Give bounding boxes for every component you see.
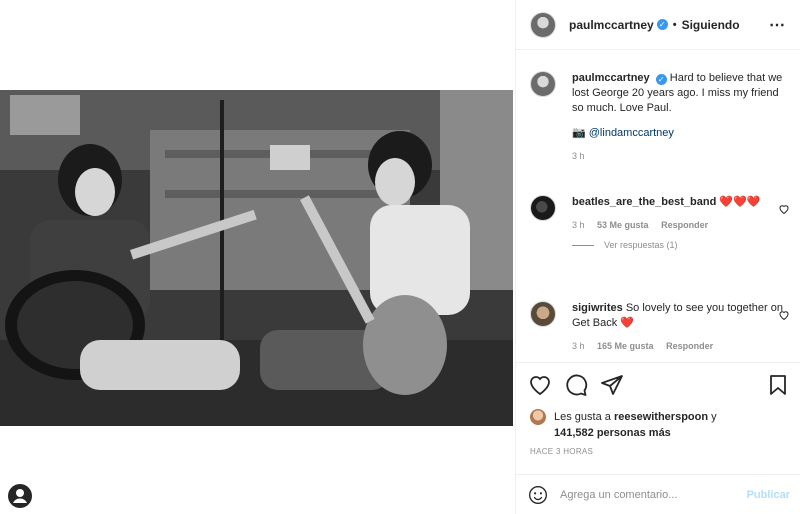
publish-button[interactable]: Publicar [747,489,790,501]
save-button[interactable] [766,373,790,397]
commenter-avatar[interactable] [530,301,556,327]
post-actions: Les gusta a reesewitherspoon y 141,582 p… [516,362,800,466]
photo-illustration [0,90,513,426]
commenter-avatar[interactable] [530,195,556,221]
tagged-user-link[interactable]: @lindamccartney [589,127,674,139]
photo-pane [0,0,515,514]
commenter-username[interactable]: beatles_are_the_best_band [572,196,716,208]
post-header: paulmccartney ✓ • Siguiendo ⋯ [516,0,800,50]
more-options-icon[interactable]: ⋯ [769,15,786,35]
liked-by: Les gusta a reesewitherspoon y 141,582 p… [530,409,717,441]
comment-time[interactable]: 3 h [572,220,585,230]
photo-credit: 📷 @lindamccartney [572,126,790,141]
comment-meta: 3 h 53 Me gusta Responder [572,220,790,230]
bookmark-icon [770,375,786,395]
camera-icon: 📷 [572,127,586,139]
post-time[interactable]: HACE 3 HORAS [530,447,593,456]
comments-area: paulmccartney ✓ Hard to believe that we … [516,51,800,361]
comment-icon[interactable] [564,373,588,397]
emoji-icon[interactable] [528,485,548,505]
comment-time[interactable]: 3 h [572,341,585,351]
verified-badge-icon: ✓ [656,19,668,30]
reply-button[interactable]: Responder [661,220,708,230]
like-comment-icon[interactable] [778,309,790,321]
following-button[interactable]: Siguiendo [682,18,740,32]
liked-by-and: y [711,411,717,423]
caption-username[interactable]: paulmccartney [572,72,650,84]
caption-time[interactable]: 3 h [572,151,585,161]
reply-button[interactable]: Responder [666,341,713,351]
replies-line [572,244,594,246]
liker-username[interactable]: reesewitherspoon [614,411,708,423]
liker-avatar[interactable] [530,409,546,425]
commenter-username[interactable]: sigiwrites [572,302,623,314]
comment-likes[interactable]: 53 Me gusta [597,220,649,230]
comment-item: sigiwrites So lovely to see you together… [530,301,790,351]
like-comment-icon[interactable] [778,203,790,215]
caption-meta: 3 h [572,151,790,161]
comment-body: ❤️❤️❤️ [719,196,761,208]
comment-text: beatles_are_the_best_band ❤️❤️❤️ [572,195,790,210]
author-username[interactable]: paulmccartney [569,18,654,32]
share-icon[interactable] [600,373,624,397]
comment-text: sigiwrites So lovely to see you together… [572,301,790,331]
view-replies-label: Ver respuestas (1) [604,240,678,250]
heart-emoji: ❤️ [620,317,635,329]
caption: paulmccartney ✓ Hard to believe that we … [530,71,790,161]
comment-likes[interactable]: 165 Me gusta [597,341,654,351]
account-circle-icon[interactable] [8,484,32,508]
comment-meta: 3 h 165 Me gusta Responder [572,341,790,351]
post-photo[interactable] [0,90,513,426]
add-comment-bar: Publicar [516,474,800,514]
liked-by-prefix: Les gusta a [554,411,611,423]
caption-text: paulmccartney ✓ Hard to believe that we … [572,71,790,141]
likes-count[interactable]: 141,582 personas más [554,427,671,439]
separator-dot: • [672,18,677,31]
like-icon[interactable] [528,373,552,397]
liked-by-text: Les gusta a reesewitherspoon y 141,582 p… [554,409,717,441]
author-avatar[interactable] [530,11,556,38]
caption-avatar[interactable] [530,71,556,97]
comment-item: beatles_are_the_best_band ❤️❤️❤️ 3 h 53 … [530,195,790,250]
verified-badge-icon: ✓ [655,74,667,85]
comment-input[interactable] [560,488,730,501]
action-icons [528,373,624,397]
view-replies-button[interactable]: Ver respuestas (1) [572,240,790,250]
